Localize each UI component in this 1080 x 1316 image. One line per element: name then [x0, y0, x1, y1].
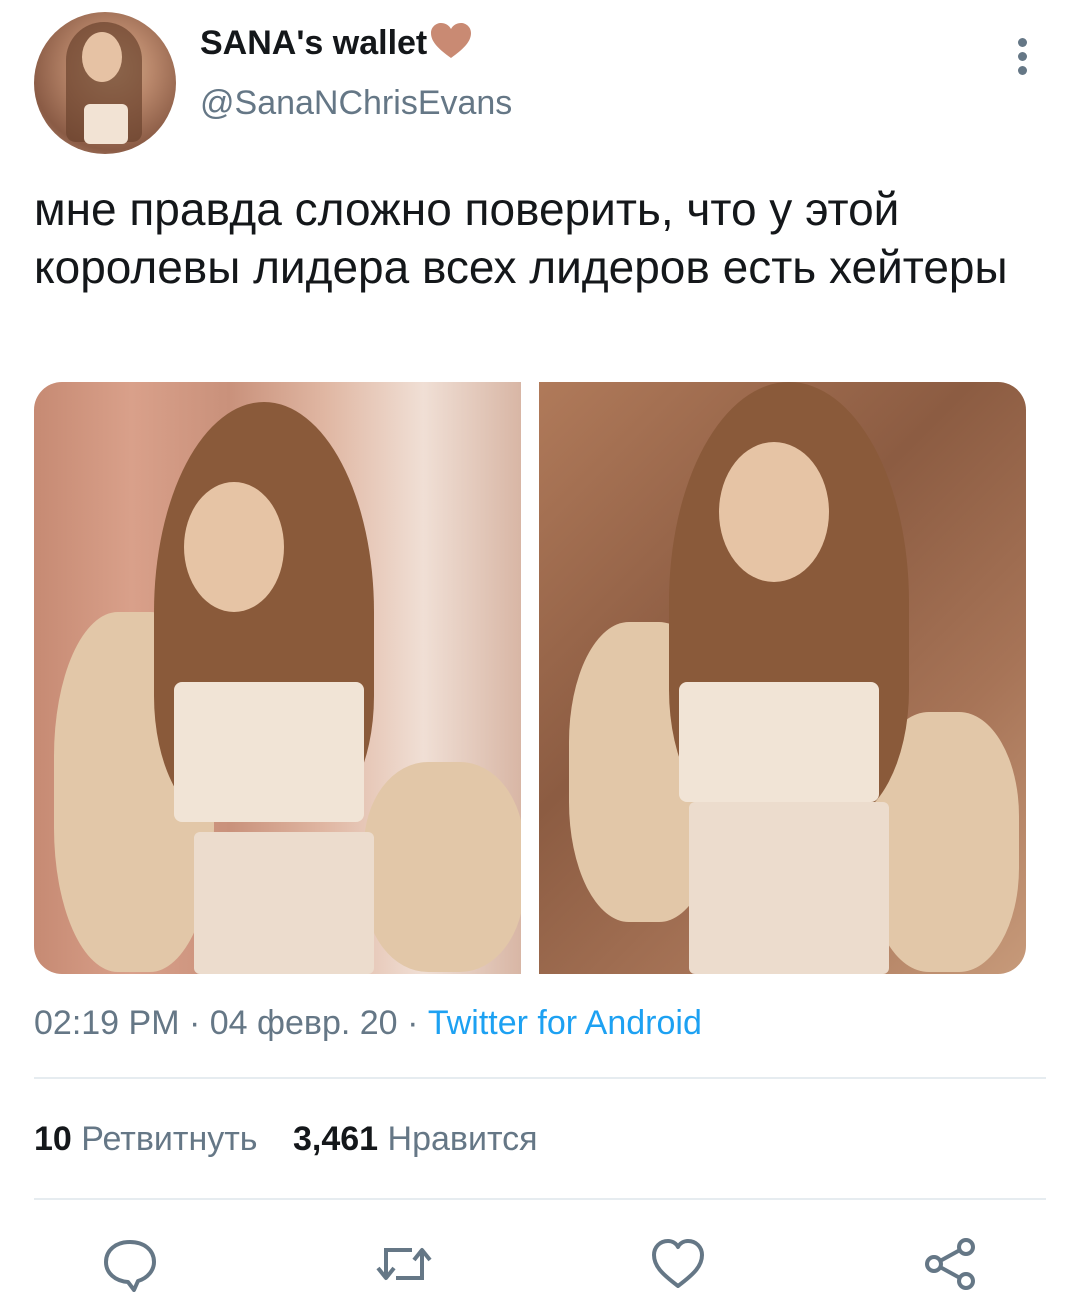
- brown-heart-icon: [431, 23, 472, 58]
- likes-label: Нравится: [387, 1120, 538, 1158]
- likes-count: 3,461: [292, 1120, 379, 1158]
- reply-icon[interactable]: [102, 1236, 158, 1292]
- tweet-text: мне правда сложно поверить, что у этой к…: [34, 183, 1008, 293]
- photo-top: [679, 682, 879, 802]
- retweets-stat[interactable]: 10 Ретвитнуть: [34, 1120, 258, 1159]
- tweet-source-link[interactable]: Twitter for Android: [428, 1004, 702, 1042]
- photo-fur-coat-right: [364, 762, 521, 972]
- avatar-clothing: [84, 104, 128, 144]
- divider: [34, 1077, 1046, 1079]
- tweet-date: 04 февр. 20: [209, 1004, 398, 1042]
- like-icon[interactable]: [650, 1236, 706, 1292]
- more-vertical-icon[interactable]: [1008, 38, 1036, 78]
- tweet-stats: 10 Ретвитнуть 3,461 Нравится: [34, 1120, 564, 1159]
- user-handle[interactable]: @SanaNChrisEvans: [200, 84, 512, 123]
- tweet-time: 02:19 PM: [34, 1004, 180, 1042]
- meta-separator: ·: [407, 1004, 419, 1042]
- photo-face: [184, 482, 284, 612]
- tweet-photo-1[interactable]: [34, 382, 521, 974]
- photo-face: [719, 442, 829, 582]
- display-name[interactable]: SANA's wallet: [200, 24, 427, 62]
- retweet-icon[interactable]: [372, 1236, 436, 1292]
- profile-avatar[interactable]: [34, 12, 176, 154]
- retweets-label: Ретвитнуть: [81, 1120, 258, 1158]
- tweet-media[interactable]: [34, 382, 1026, 974]
- display-name-row[interactable]: SANA's wallet: [200, 22, 473, 63]
- meta-separator: ·: [188, 1004, 201, 1042]
- share-icon[interactable]: [922, 1236, 978, 1292]
- photo-skirt: [194, 832, 374, 974]
- retweets-count: 10: [34, 1120, 72, 1158]
- photo-top: [174, 682, 364, 822]
- likes-stat[interactable]: 3,461 Нравится: [293, 1120, 538, 1159]
- divider: [34, 1198, 1046, 1200]
- tweet-meta: 02:19 PM · 04 февр. 20 · Twitter for And…: [34, 1004, 702, 1043]
- photo-skirt: [689, 802, 889, 974]
- tweet-photo-2[interactable]: [539, 382, 1026, 974]
- avatar-face: [82, 32, 122, 82]
